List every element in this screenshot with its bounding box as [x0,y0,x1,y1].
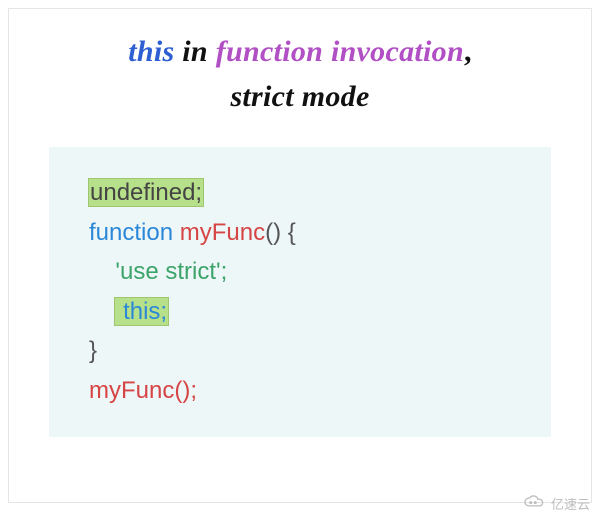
highlight-undefined: undefined; [89,179,203,206]
brace-close: } [89,337,97,364]
code-line-2: function myFunc() { [89,213,531,253]
code-block: undefined; function myFunc() { 'use stri… [49,147,551,437]
highlight-this: this; [115,298,168,325]
watermark: 亿速云 [521,494,590,513]
title-word-func: function invocation [216,35,464,68]
function-call: myFunc(); [89,377,197,404]
title-word-in: in [182,35,208,68]
code-line-6: myFunc(); [89,371,531,411]
code-line-4: this; [89,292,531,332]
brace-open: { [288,219,296,246]
code-line-1: undefined; [89,173,531,213]
page-title: this in function invocation, strict mode [9,29,591,119]
document-card: this in function invocation, strict mode… [8,8,592,503]
code-line-3: 'use strict'; [89,252,531,292]
watermark-text: 亿速云 [551,494,590,513]
title-word-strict: strict mode [230,80,369,113]
string-use-strict: 'use strict'; [115,258,227,285]
keyword-this: this; [123,298,167,325]
function-name: myFunc [180,219,265,246]
keyword-function: function [89,219,173,246]
code-line-5: } [89,331,531,371]
parens: () [265,219,281,246]
title-word-this: this [128,35,174,68]
cloud-icon [521,494,547,513]
title-comma: , [464,35,472,68]
